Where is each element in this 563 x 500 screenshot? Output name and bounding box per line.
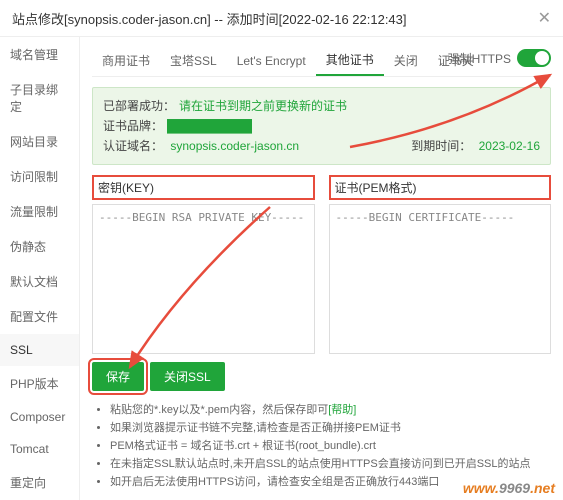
sidebar-item-1[interactable]: 子目录绑定 [0,72,79,124]
save-button[interactable]: 保存 [92,362,144,391]
tab-3[interactable]: 其他证书 [316,45,384,76]
key-textarea[interactable] [92,204,315,354]
pem-column: 证书(PEM格式) [329,175,552,354]
https-label: 强制HTTPS [448,50,511,67]
tips-list: 粘贴您的*.key以及*.pem内容，然后保存即可[帮助]如果浏览器提示证书链不… [92,401,551,491]
modal-title: 站点修改[synopsis.coder-jason.cn] -- 添加时间[20… [12,9,407,28]
content: 商用证书宝塔SSLLet's Encrypt其他证书关闭证书夹 强制HTTPS … [80,37,563,500]
sidebar-item-5[interactable]: 伪静态 [0,229,79,264]
key-column: 密钥(KEY) [92,175,315,354]
tip-1: 如果浏览器提示证书链不完整,请检查是否正确拼接PEM证书 [110,419,551,437]
tabs: 商用证书宝塔SSLLet's Encrypt其他证书关闭证书夹 强制HTTPS [92,45,551,77]
pem-label: 证书(PEM格式) [329,175,552,200]
watermark: www.9969.net [463,480,555,496]
https-toggle-wrap: 强制HTTPS [448,49,551,67]
cert-area: 密钥(KEY) 证书(PEM格式) [92,175,551,354]
tab-4[interactable]: 关闭 [384,46,428,75]
tab-0[interactable]: 商用证书 [92,46,160,75]
domain-row: 认证域名： synopsis.coder-jason.cn 到期时间： 2023… [103,136,540,156]
sidebar-item-9[interactable]: PHP版本 [0,366,79,401]
help-link[interactable]: [帮助] [328,404,356,416]
sidebar-item-10[interactable]: Composer [0,401,79,433]
sidebar-item-3[interactable]: 访问限制 [0,159,79,194]
brand-row: 证书品牌： ██████████ [103,116,540,136]
sidebar-item-11[interactable]: Tomcat [0,433,79,465]
sidebar-item-6[interactable]: 默认文档 [0,264,79,299]
sidebar-item-7[interactable]: 配置文件 [0,299,79,334]
sidebar-item-8[interactable]: SSL [0,334,79,366]
pem-textarea[interactable] [329,204,552,354]
sidebar-item-0[interactable]: 域名管理 [0,37,79,72]
close-icon[interactable]: ✕ [538,8,551,28]
tip-0: 粘贴您的*.key以及*.pem内容，然后保存即可[帮助] [110,401,551,419]
button-row: 保存 关闭SSL [92,362,551,391]
modal-header: 站点修改[synopsis.coder-jason.cn] -- 添加时间[20… [0,0,563,37]
close-ssl-button[interactable]: 关闭SSL [150,362,225,391]
modal-body: 域名管理子目录绑定网站目录访问限制流量限制伪静态默认文档配置文件SSLPHP版本… [0,37,563,500]
tip-2: PEM格式证书 = 域名证书.crt + 根证书(root_bundle).cr… [110,437,551,455]
tab-2[interactable]: Let's Encrypt [227,48,316,74]
https-toggle[interactable] [517,49,551,67]
sidebar-item-12[interactable]: 重定向 [0,465,79,500]
tip-3: 在未指定SSL默认站点时,未开启SSL的站点使用HTTPS会直接访问到已开启SS… [110,455,551,473]
sidebar-item-2[interactable]: 网站目录 [0,124,79,159]
tab-1[interactable]: 宝塔SSL [160,46,227,75]
success-box: 已部署成功： 请在证书到期之前更换新的证书 证书品牌： ██████████ 认… [92,87,551,165]
site-modal: 站点修改[synopsis.coder-jason.cn] -- 添加时间[20… [0,0,563,500]
sidebar: 域名管理子目录绑定网站目录访问限制流量限制伪静态默认文档配置文件SSLPHP版本… [0,37,80,500]
deployed-row: 已部署成功： 请在证书到期之前更换新的证书 [103,96,540,116]
sidebar-item-4[interactable]: 流量限制 [0,194,79,229]
key-label: 密钥(KEY) [92,175,315,200]
